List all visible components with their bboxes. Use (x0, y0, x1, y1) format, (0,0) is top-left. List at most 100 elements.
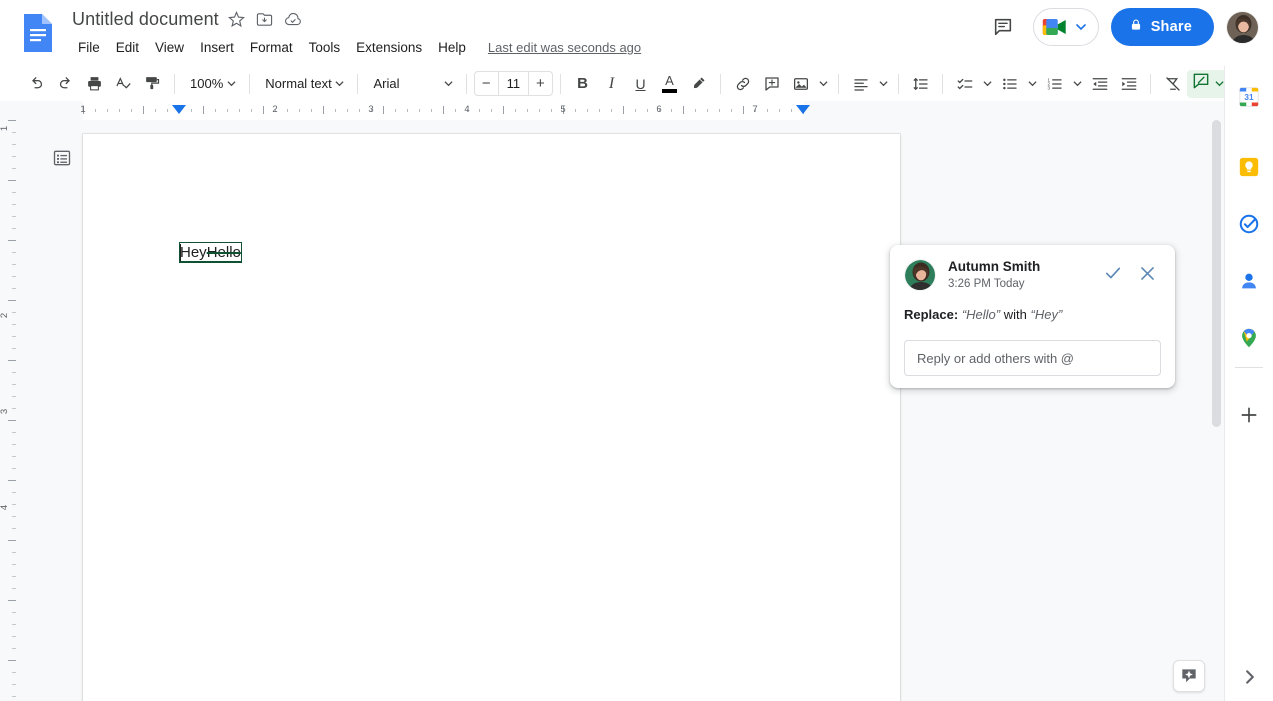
font-size-input[interactable]: 11 (497, 72, 529, 95)
toolbar-divider (249, 73, 251, 94)
numbered-list-icon[interactable]: 123 (1040, 69, 1069, 98)
suggestion-markup[interactable]: HeyHello (179, 242, 242, 263)
menu-item-extensions[interactable]: Extensions (348, 38, 430, 57)
checklist-icon[interactable] (950, 69, 979, 98)
numbered-list-dropdown[interactable] (1069, 69, 1085, 98)
move-to-folder-icon[interactable] (255, 10, 275, 30)
horizontal-ruler[interactable]: 1 2 3 4 5 6 7 (0, 101, 1224, 120)
font-family-selector[interactable]: Arial (365, 69, 458, 98)
vertical-ruler-number: 1 (0, 125, 11, 132)
chevron-right-icon (1246, 670, 1254, 684)
bold-button[interactable]: B (568, 69, 597, 98)
text-cursor (180, 244, 181, 261)
zoom-level-selector[interactable]: 100% (182, 69, 242, 98)
google-keep-icon (1239, 157, 1259, 177)
comment-body: Replace: “Hello” with “Hey” (904, 306, 1161, 324)
line-spacing-icon[interactable] (906, 69, 935, 98)
right-indent-marker[interactable] (796, 105, 810, 114)
clear-formatting-icon[interactable] (1158, 69, 1187, 98)
side-panel-item-contacts[interactable] (1232, 264, 1266, 298)
document-canvas[interactable]: HeyHello (19, 120, 1224, 701)
print-icon[interactable] (80, 69, 109, 98)
align-left-icon[interactable] (846, 69, 875, 98)
side-panel-item-tasks[interactable] (1232, 207, 1266, 241)
side-panel-item-calendar[interactable]: 31 (1232, 80, 1266, 114)
document-title-row: Untitled document (72, 9, 303, 30)
italic-button[interactable]: I (597, 69, 626, 98)
document-page[interactable]: HeyHello (83, 134, 900, 701)
google-maps-icon (1242, 328, 1256, 348)
editing-mode-button[interactable] (1187, 69, 1230, 98)
left-indent-marker[interactable] (172, 105, 186, 114)
redo-icon[interactable] (51, 69, 80, 98)
menu-item-insert[interactable]: Insert (192, 38, 242, 57)
font-size-decrease-button[interactable]: − (475, 72, 498, 95)
paragraph-style-selector[interactable]: Normal text (257, 69, 350, 98)
share-button[interactable]: Share (1110, 8, 1214, 46)
vertical-ruler[interactable]: 1 2 3 4 (0, 120, 19, 701)
side-panel-item-maps[interactable] (1232, 321, 1266, 355)
vertical-ruler-number: 3 (0, 408, 11, 415)
comment-reply-input[interactable]: Reply or add others with @ (904, 340, 1161, 376)
app-header: Untitled document File Edit View Insert … (0, 0, 1273, 101)
last-edit-link[interactable]: Last edit was seconds ago (488, 40, 641, 55)
avatar[interactable] (1226, 10, 1259, 44)
insert-image-dropdown[interactable] (815, 69, 831, 98)
decrease-indent-icon[interactable] (1085, 69, 1114, 98)
suggestion-inserted-text: Hey (180, 244, 207, 261)
expand-side-panel-button[interactable] (1238, 665, 1262, 689)
google-calendar-icon: 31 (1239, 87, 1259, 107)
accept-suggestion-button[interactable] (1099, 259, 1127, 287)
menu-item-view[interactable]: View (147, 38, 192, 57)
underline-button[interactable]: U (626, 69, 655, 98)
vertical-scrollbar-thumb[interactable] (1212, 120, 1221, 427)
font-size-increase-button[interactable]: + (529, 72, 552, 95)
chevron-down-icon (223, 79, 239, 88)
bulleted-list-dropdown[interactable] (1024, 69, 1040, 98)
highlight-pen-icon[interactable] (684, 69, 713, 98)
autumn-smith-avatar[interactable] (904, 259, 936, 291)
insert-link-icon[interactable] (728, 69, 757, 98)
menu-item-format[interactable]: Format (242, 38, 301, 57)
comment-author-name: Autumn Smith (948, 259, 1041, 274)
chevron-down-icon (332, 79, 348, 88)
add-on-button[interactable] (1232, 398, 1266, 432)
chevron-down-icon[interactable] (1073, 22, 1089, 32)
menu-item-edit[interactable]: Edit (108, 38, 147, 57)
menu-item-file[interactable]: File (70, 38, 108, 57)
side-panel-item-keep[interactable] (1232, 150, 1266, 184)
ruler-number: 3 (368, 104, 374, 115)
google-docs-window: Untitled document File Edit View Insert … (0, 0, 1273, 701)
font-size-stepper: − 11 + (473, 71, 554, 96)
reject-suggestion-button[interactable] (1133, 259, 1161, 287)
spellcheck-icon[interactable] (109, 69, 138, 98)
cloud-saved-icon[interactable] (283, 10, 303, 30)
menu-item-tools[interactable]: Tools (301, 38, 349, 57)
add-comment-icon[interactable] (757, 69, 786, 98)
checklist-dropdown[interactable] (979, 69, 995, 98)
star-icon[interactable] (227, 10, 247, 30)
insert-image-icon[interactable] (786, 69, 815, 98)
explore-button[interactable] (1173, 660, 1205, 692)
undo-icon[interactable] (22, 69, 51, 98)
font-family-value: Arial (373, 76, 400, 91)
document-title[interactable]: Untitled document (72, 9, 219, 30)
align-dropdown[interactable] (875, 69, 891, 98)
increase-indent-icon[interactable] (1114, 69, 1143, 98)
toolbar-divider (838, 73, 840, 94)
document-text-line[interactable]: HeyHello (179, 242, 242, 263)
google-docs-icon[interactable] (20, 12, 56, 54)
menu-item-help[interactable]: Help (430, 38, 474, 57)
bulleted-list-icon[interactable] (995, 69, 1024, 98)
comment-card[interactable]: Autumn Smith 3:26 PM Today Replace: “Hel… (890, 245, 1175, 388)
google-meet-button[interactable] (1032, 8, 1099, 46)
lock-icon (1129, 18, 1143, 36)
explore-sparkle-icon (1182, 669, 1196, 683)
comment-author-meta: Autumn Smith 3:26 PM Today (948, 259, 1099, 292)
comment-history-icon[interactable] (985, 9, 1021, 45)
vertical-scrollbar[interactable] (1209, 120, 1224, 701)
text-color-button[interactable]: A (655, 69, 684, 98)
close-icon (1140, 266, 1154, 280)
document-outline-icon[interactable] (50, 146, 74, 170)
paint-format-icon[interactable] (138, 69, 167, 98)
